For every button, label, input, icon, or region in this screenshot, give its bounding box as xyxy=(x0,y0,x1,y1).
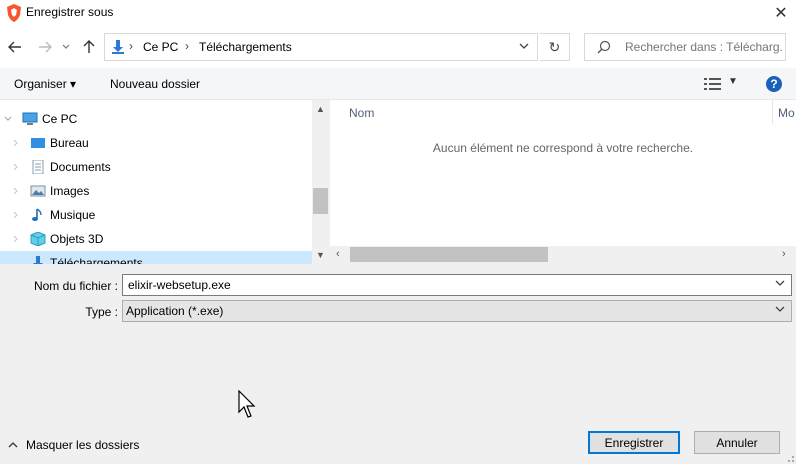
back-button[interactable] xyxy=(6,38,24,56)
tree-item-label: Musique xyxy=(50,208,96,222)
breadcrumb-separator: › xyxy=(185,39,189,53)
navigation-pane-scrollbar[interactable]: ▲ ▼ xyxy=(312,100,329,264)
mouse-cursor-icon xyxy=(238,390,256,418)
filename-history-dropdown[interactable] xyxy=(775,277,785,289)
chevron-down-icon xyxy=(775,306,785,312)
view-options-dropdown[interactable]: ▼ xyxy=(728,76,738,87)
filename-label: Nom du fichier : xyxy=(33,279,118,293)
tree-item-documents[interactable]: Documents xyxy=(0,155,312,179)
filename-field xyxy=(122,274,792,296)
close-button[interactable]: ✕ xyxy=(766,0,796,26)
column-header-modified[interactable]: Mo xyxy=(778,106,795,120)
address-bar[interactable]: › Ce PC › Téléchargements xyxy=(104,33,538,61)
chevron-right-icon[interactable] xyxy=(13,211,19,219)
refresh-icon: ↻ xyxy=(548,38,561,55)
search-input[interactable] xyxy=(625,40,783,54)
search-box xyxy=(584,33,786,61)
chevron-down-icon xyxy=(775,280,785,286)
cancel-button[interactable]: Annuler xyxy=(694,431,780,454)
chevron-down-icon xyxy=(519,43,529,49)
window-title: Enregistrer sous xyxy=(26,5,114,19)
file-type-label: Type : xyxy=(85,305,118,319)
documents-folder-icon xyxy=(32,160,44,174)
chevron-up-icon xyxy=(8,442,18,448)
scroll-right-icon[interactable]: › xyxy=(782,248,786,260)
scroll-thumb[interactable] xyxy=(313,188,328,214)
scroll-left-icon[interactable]: ‹ xyxy=(336,248,340,260)
help-button[interactable]: ? xyxy=(766,76,782,92)
tree-item-ce-pc[interactable]: Ce PC xyxy=(0,107,312,131)
arrow-left-icon xyxy=(8,41,21,53)
view-details-icon[interactable] xyxy=(704,77,722,91)
organize-button[interactable]: Organiser ▾ xyxy=(14,77,76,91)
desktop-folder-icon xyxy=(31,138,45,148)
download-arrow-icon xyxy=(112,40,124,54)
file-type-value: Application (*.exe) xyxy=(126,304,224,318)
downloads-folder-icon xyxy=(33,256,43,264)
tree-item-label: Documents xyxy=(50,160,111,174)
tree-item-label: Objets 3D xyxy=(50,232,104,246)
column-divider[interactable] xyxy=(772,100,773,124)
search-icon xyxy=(597,40,611,54)
chevron-right-icon[interactable] xyxy=(13,163,19,171)
tree-item-bureau[interactable]: Bureau xyxy=(0,131,312,155)
scroll-up-icon[interactable]: ▲ xyxy=(316,104,325,114)
arrow-up-icon xyxy=(83,40,95,53)
column-header-name[interactable]: Nom xyxy=(349,106,374,120)
chevron-right-icon[interactable] xyxy=(13,235,19,243)
breadcrumb-ce-pc[interactable]: Ce PC xyxy=(143,40,178,54)
chevron-down-icon[interactable] xyxy=(4,116,12,122)
file-list: Nom Mo Aucun élément ne correspond à vot… xyxy=(330,100,796,246)
tree-item-label: Ce PC xyxy=(42,112,78,126)
resize-grip-icon[interactable] xyxy=(784,452,794,462)
file-type-select[interactable]: Application (*.exe) xyxy=(122,300,792,322)
filename-input[interactable] xyxy=(128,278,758,292)
chevron-right-icon[interactable] xyxy=(13,139,19,147)
scroll-down-icon[interactable]: ▼ xyxy=(316,250,325,260)
close-icon: ✕ xyxy=(774,5,788,22)
breadcrumb-telechargements[interactable]: Téléchargements xyxy=(199,40,292,54)
hide-folders-toggle[interactable]: Masquer les dossiers xyxy=(8,438,139,452)
chevron-down-icon xyxy=(62,44,70,49)
tree-item-images[interactable]: Images xyxy=(0,179,312,203)
breadcrumb-separator: › xyxy=(129,39,133,53)
pictures-folder-icon xyxy=(30,185,46,197)
arrow-right-icon xyxy=(39,41,52,53)
empty-list-message: Aucun élément ne correspond à votre rech… xyxy=(432,141,694,155)
tree-item-objets-3d[interactable]: Objets 3D xyxy=(0,227,312,251)
music-folder-icon xyxy=(32,208,42,221)
file-type-dropdown[interactable] xyxy=(775,303,785,315)
tree-item-label: Bureau xyxy=(50,136,89,150)
refresh-button[interactable]: ↻ xyxy=(540,33,570,61)
tree-item-label: Images xyxy=(50,184,90,198)
forward-button[interactable] xyxy=(36,38,54,56)
tree-item-telechargements[interactable]: Téléchargements xyxy=(0,251,312,264)
save-button[interactable]: Enregistrer xyxy=(588,431,680,454)
file-list-horizontal-scrollbar[interactable]: ‹ › xyxy=(330,246,796,264)
recent-locations-button[interactable] xyxy=(60,38,72,56)
hide-folders-label: Masquer les dossiers xyxy=(26,438,140,452)
computer-icon xyxy=(22,112,38,125)
chevron-right-icon[interactable] xyxy=(13,187,19,195)
address-history-button[interactable] xyxy=(519,40,529,52)
tree-item-musique[interactable]: Musique xyxy=(0,203,312,227)
scroll-thumb[interactable] xyxy=(350,247,548,262)
up-button[interactable] xyxy=(80,38,98,56)
brave-shield-icon xyxy=(7,4,21,22)
new-folder-button[interactable]: Nouveau dossier xyxy=(110,77,200,91)
command-bar: Organiser ▾ Nouveau dossier ▼ xyxy=(0,68,796,100)
title-bar: Enregistrer sous ✕ xyxy=(0,0,796,26)
3d-objects-folder-icon xyxy=(30,232,46,246)
navigation-pane: Ce PC Bureau Documents Images Musique Ob… xyxy=(0,100,312,264)
tree-item-label: Téléchargements xyxy=(50,256,143,264)
